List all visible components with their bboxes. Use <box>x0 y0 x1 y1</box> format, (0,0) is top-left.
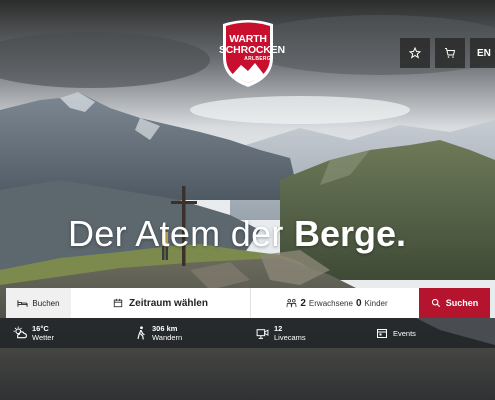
hiking-value: 306 km <box>152 324 178 333</box>
language-switcher[interactable]: EN <box>470 38 495 68</box>
weather-label: Wetter <box>32 333 54 342</box>
search-icon <box>431 298 440 308</box>
children-label: Kinder <box>364 298 388 308</box>
guests-icon <box>286 298 297 308</box>
favorites-button[interactable] <box>400 38 430 68</box>
cart-icon <box>445 48 456 58</box>
logo-line-3: ARLBERG <box>244 56 271 62</box>
adults-count: 2 <box>300 297 306 309</box>
hiking-link[interactable]: 306 km Wandern <box>136 318 182 348</box>
guests-selector[interactable]: 2 Erwachsene 0 Kinder <box>251 288 423 318</box>
brand-logo[interactable]: WARTH SCHROCKEN ARLBERG <box>219 18 285 88</box>
info-bar: 16°C Wetter 306 km Wandern 12 Livecams E… <box>0 318 495 348</box>
headline-bold-text: Berge. <box>293 213 407 254</box>
booking-tab-label: Buchen <box>32 298 60 308</box>
star-icon <box>409 47 421 59</box>
events-label: Events <box>393 328 416 338</box>
children-count: 0 <box>355 297 362 309</box>
booking-bar: Buchen Zeitraum wählen 2 Erwachsene 0 Ki… <box>6 288 490 318</box>
booking-tab[interactable]: Buchen <box>6 288 71 318</box>
bed-icon <box>17 299 28 307</box>
weather-icon <box>13 326 27 339</box>
hiker-icon <box>137 326 145 340</box>
date-range-label: Zeitraum wählen <box>129 297 208 309</box>
adults-label: Erwachsene <box>308 298 353 308</box>
weather-value: 16°C <box>32 324 49 333</box>
livecam-icon <box>256 328 269 339</box>
search-button[interactable]: Suchen <box>419 288 490 318</box>
logo-line-2: SCHROCKEN <box>219 44 285 56</box>
headline-light-text: Der Atem der <box>68 213 294 254</box>
events-link[interactable]: Events <box>376 318 416 348</box>
livecams-link[interactable]: 12 Livecams <box>256 318 306 348</box>
livecams-label: Livecams <box>274 333 306 342</box>
livecams-value: 12 <box>274 324 283 333</box>
date-range-picker[interactable]: Zeitraum wählen <box>71 288 251 318</box>
hero-headline: Der Atem der Berge. <box>68 212 406 256</box>
cart-button[interactable] <box>435 38 465 68</box>
calendar-icon <box>113 298 123 308</box>
weather-link[interactable]: 16°C Wetter <box>13 318 54 348</box>
events-calendar-icon <box>377 329 387 338</box>
search-label: Suchen <box>445 298 479 308</box>
hiking-label: Wandern <box>152 333 183 342</box>
